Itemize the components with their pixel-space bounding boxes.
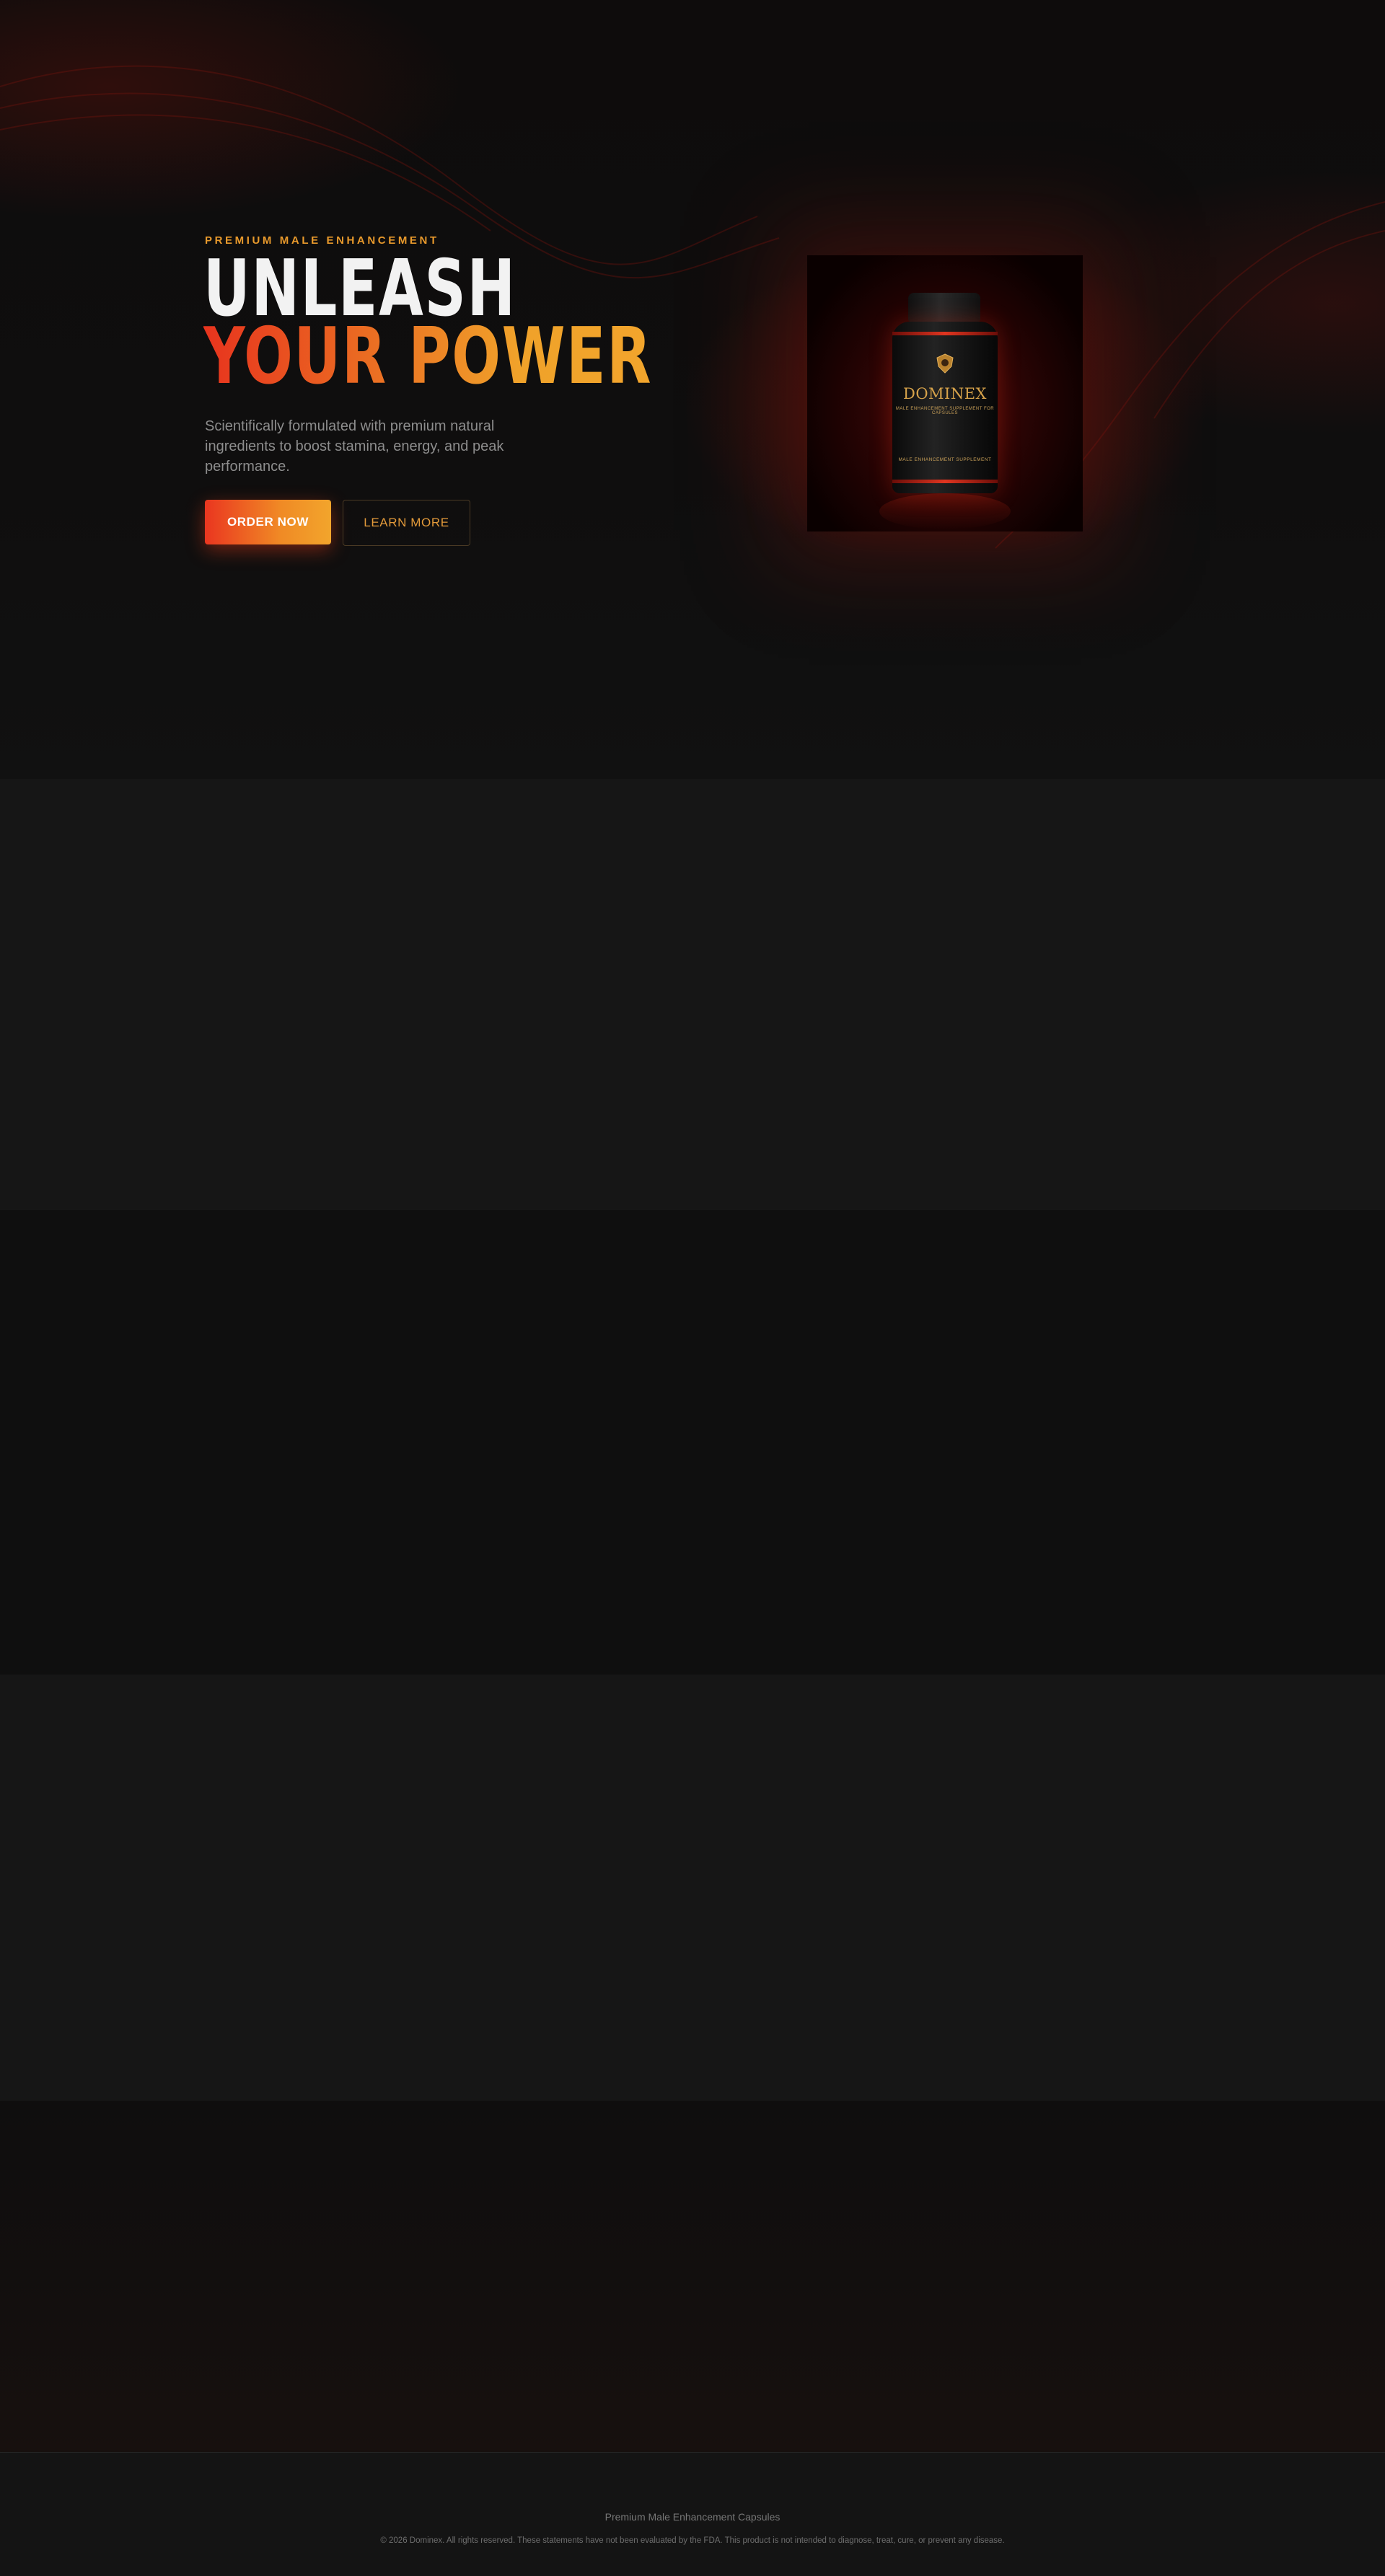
footer-logo-text: DOMINEX [656, 2482, 729, 2501]
bottle-body: DOMINEX MALE ENHANCEMENT SUPPLEMENT FOR … [892, 322, 998, 493]
hero-section: PREMIUM MALE ENHANCEMENT UNLEASH YOUR PO… [0, 0, 1385, 779]
headline-line-2: YOUR POWER [203, 312, 653, 402]
site-footer: DOMINEX Premium Male Enhancement Capsule… [0, 2452, 1385, 2576]
bottle-reflection [879, 493, 1011, 529]
footer-legal: © 2026 Dominex. All rights reserved. The… [380, 2536, 1005, 2545]
bottle-cap [908, 293, 980, 322]
hero-headline: UNLEASH YOUR POWER [203, 250, 751, 402]
content-section-1 [0, 779, 1385, 1210]
bottle-band-top [892, 332, 998, 335]
content-section-4 [0, 2101, 1385, 2452]
learn-more-button[interactable]: LEARN MORE [343, 500, 470, 546]
footer-logo: DOMINEX [0, 2482, 1385, 2502]
bottle-label-bottom: MALE ENHANCEMENT SUPPLEMENT [898, 457, 992, 462]
order-now-button[interactable]: ORDER NOW [205, 500, 331, 544]
product-image: DOMINEX MALE ENHANCEMENT SUPPLEMENT FOR … [807, 255, 1083, 531]
bottle-tagline: MALE ENHANCEMENT SUPPLEMENT FOR CAPSULES [895, 407, 995, 415]
content-section-3 [0, 1675, 1385, 2101]
bottle-brand: DOMINEX [902, 385, 987, 402]
crest-icon [936, 353, 954, 374]
footer-tagline: Premium Male Enhancement Capsules [604, 2511, 781, 2523]
bottle-band-bottom [892, 480, 998, 483]
hero-subtitle: Scientifically formulated with premium n… [205, 418, 504, 475]
content-section-2 [0, 1210, 1385, 1675]
